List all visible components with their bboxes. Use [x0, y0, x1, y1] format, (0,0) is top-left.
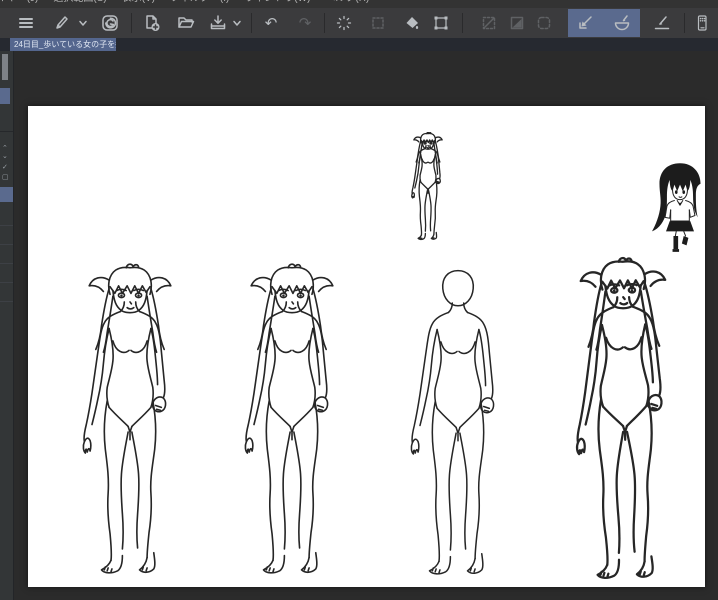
snap-corner-active-icon[interactable] [568, 9, 604, 37]
chevron-up-down-icon[interactable]: ⌃⌄ [2, 145, 8, 161]
hamburger-menu-icon[interactable] [14, 11, 38, 35]
selected-layer-row[interactable] [0, 187, 13, 202]
menu-layer[interactable]: レイヤー(J) [0, 0, 38, 7]
document-tab[interactable]: 24日目_歩いている女の子を描こう ● [10, 38, 116, 51]
command-bar: ↶ ↷ [0, 8, 718, 39]
toolbar-separator [684, 13, 685, 33]
redo-icon[interactable]: ↷ [293, 11, 317, 35]
chevron-down-icon[interactable] [230, 11, 244, 35]
perspective-ruler-pen-icon[interactable] [650, 11, 674, 35]
toolbar-separator [251, 13, 252, 33]
scrollbar-thumb[interactable] [2, 54, 8, 80]
fill-bucket-icon[interactable] [400, 11, 424, 35]
brush-tool-icon[interactable] [50, 11, 74, 35]
document-tab-title: 24日目_歩いている女の子を描こう [14, 38, 116, 51]
mannequin-body [401, 263, 515, 593]
layer-row[interactable] [0, 226, 13, 245]
menu-window[interactable]: ウィンドウ(W) [244, 0, 310, 7]
drawing-canvas[interactable] [28, 106, 705, 587]
reselect-dashed-square-icon[interactable] [366, 11, 390, 35]
deselect-burst-icon[interactable] [332, 11, 356, 35]
menu-selection[interactable]: 選択範囲(S) [53, 0, 106, 7]
undo-icon[interactable]: ↶ [259, 11, 283, 35]
document-tab-bar: 24日目_歩いている女の子を描こう ● [0, 38, 718, 51]
menu-view[interactable]: 表示(V) [122, 0, 155, 7]
layer-row[interactable] [0, 207, 13, 226]
layer-row[interactable] [0, 283, 13, 302]
layer-row[interactable] [0, 245, 13, 264]
selected-panel-item[interactable] [0, 88, 10, 104]
snap-to-special-ruler-icon[interactable] [505, 11, 529, 35]
toolbar-separator [462, 13, 463, 33]
walking-girl-sketch [564, 255, 687, 598]
curve-ruler-active-icon[interactable] [604, 9, 640, 37]
menu-help[interactable]: ヘルプ(H) [325, 0, 369, 7]
workspace: ⌃⌄ ✓ ▢ [0, 51, 718, 600]
chevron-down-icon[interactable] [76, 11, 90, 35]
save-file-icon[interactable] [206, 11, 230, 35]
walking-girl-2 [235, 263, 349, 591]
toolbar-separator [131, 13, 132, 33]
panel-divider [0, 131, 13, 132]
collapsed-left-panel: ⌃⌄ ✓ ▢ [0, 51, 14, 600]
snap-to-ruler-icon[interactable] [477, 11, 501, 35]
layer-row[interactable] [0, 264, 13, 283]
chibi-uniform-girl [652, 161, 708, 260]
menu-filter[interactable]: フィルター(I) [170, 0, 229, 7]
small-walking-girl-sketch [408, 132, 448, 249]
menu-bar: レイヤー(J) 選択範囲(S) 表示(V) フィルター(I) ウィンドウ(W) … [0, 0, 718, 8]
square-icon[interactable]: ▢ [2, 174, 9, 182]
clip-studio-logo-icon[interactable] [98, 11, 122, 35]
app-window: レイヤー(J) 選択範囲(S) 表示(V) フィルター(I) ウィンドウ(W) … [0, 0, 718, 600]
open-file-icon[interactable] [174, 11, 198, 35]
new-document-icon[interactable] [140, 11, 164, 35]
smartphone-icon[interactable] [690, 11, 714, 35]
check-icon[interactable]: ✓ [2, 164, 8, 172]
walking-girl-1 [73, 263, 187, 591]
snap-to-grid-icon[interactable] [532, 11, 556, 35]
toolbar-separator [324, 13, 325, 33]
transform-frame-icon[interactable] [429, 11, 453, 35]
